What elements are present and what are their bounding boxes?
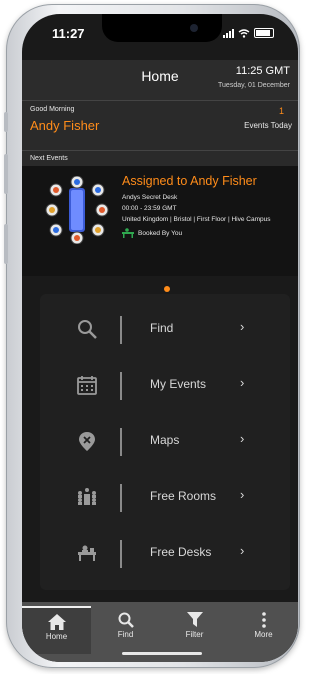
app-screen: 11:27 Home 11:25 GMT Tuesday, 01 Decembe… xyxy=(22,14,298,662)
status-time: 11:27 xyxy=(52,26,85,41)
chevron-right-icon: › xyxy=(240,375,245,390)
menu-label-free-rooms: Free Rooms xyxy=(150,489,217,503)
menu-item-maps[interactable]: Maps › xyxy=(40,414,290,470)
menu-item-my-events[interactable]: My Events › xyxy=(40,358,290,414)
desk-icon xyxy=(78,545,96,561)
greeting-panel: Good Morning Andy Fisher 1 Events Today xyxy=(22,100,298,151)
menu-divider xyxy=(120,428,122,456)
tab-label-home: Home xyxy=(45,632,68,641)
chevron-right-icon: › xyxy=(240,431,245,446)
menu-item-free-rooms[interactable]: Free Rooms › xyxy=(40,470,290,526)
more-vertical-icon xyxy=(261,612,266,628)
tab-label-filter: Filter xyxy=(185,630,204,639)
map-pin-icon xyxy=(79,432,95,451)
wifi-icon xyxy=(238,28,250,38)
menu-item-find[interactable]: Find › xyxy=(40,302,290,358)
chevron-right-icon: › xyxy=(240,319,245,334)
event-status: Booked By You xyxy=(138,230,183,237)
home-icon xyxy=(47,614,66,630)
chevron-right-icon: › xyxy=(240,543,245,558)
desk-booking-icon xyxy=(45,176,109,244)
next-events-header: Next Events xyxy=(22,150,298,167)
menu-label-find: Find xyxy=(150,321,174,335)
menu-item-free-desks[interactable]: Free Desks › xyxy=(40,526,290,582)
notch xyxy=(102,14,222,42)
header-time: 11:25 GMT xyxy=(235,65,290,77)
carousel-page-indicator[interactable] xyxy=(164,286,170,292)
status-bar: 11:27 xyxy=(22,14,298,54)
mute-switch xyxy=(4,112,8,132)
booked-desk-icon xyxy=(122,228,134,238)
events-today-count: 1 xyxy=(278,106,284,116)
user-name: Andy Fisher xyxy=(30,118,100,133)
volume-up-button xyxy=(4,154,8,194)
menu-divider xyxy=(120,540,122,568)
signal-icon xyxy=(223,28,234,38)
status-icons xyxy=(223,28,274,38)
search-icon xyxy=(78,320,97,339)
tab-filter[interactable]: Filter xyxy=(160,606,229,652)
search-icon xyxy=(118,612,134,628)
menu-divider xyxy=(120,316,122,344)
meeting-room-icon xyxy=(78,488,96,505)
menu-label-maps: Maps xyxy=(150,433,180,447)
event-resource: Andys Secret Desk xyxy=(122,194,178,201)
event-card[interactable]: Assigned to Andy Fisher Andys Secret Des… xyxy=(22,166,298,276)
menu-label-free-desks: Free Desks xyxy=(150,545,212,559)
event-location: United Kingdom | Bristol | First Floor |… xyxy=(122,216,271,223)
header-date: Tuesday, 01 December xyxy=(218,82,290,89)
battery-icon xyxy=(254,28,274,38)
app-header: Home 11:25 GMT Tuesday, 01 December xyxy=(22,60,298,100)
event-title: Assigned to Andy Fisher xyxy=(122,174,257,188)
greeting-text: Good Morning xyxy=(30,106,75,113)
next-events-label: Next Events xyxy=(30,155,68,162)
event-time-range: 00:00 - 23:59 GMT xyxy=(122,205,177,212)
volume-down-button xyxy=(4,224,8,264)
camera xyxy=(190,24,198,32)
chevron-right-icon: › xyxy=(240,487,245,502)
home-indicator xyxy=(122,652,202,655)
tab-more[interactable]: More xyxy=(229,606,298,652)
tab-label-find: Find xyxy=(117,630,134,639)
menu-label-my-events: My Events xyxy=(150,377,207,391)
tab-label-more: More xyxy=(254,630,273,639)
tab-find[interactable]: Find xyxy=(91,606,160,652)
main-menu: Find › My Events › Maps › Free Rooms › F… xyxy=(40,294,290,590)
tab-home[interactable]: Home xyxy=(22,606,91,654)
menu-divider xyxy=(120,372,122,400)
filter-icon xyxy=(186,612,203,627)
menu-divider xyxy=(120,484,122,512)
events-today-label: Events Today xyxy=(244,121,292,130)
calendar-icon xyxy=(77,376,97,395)
